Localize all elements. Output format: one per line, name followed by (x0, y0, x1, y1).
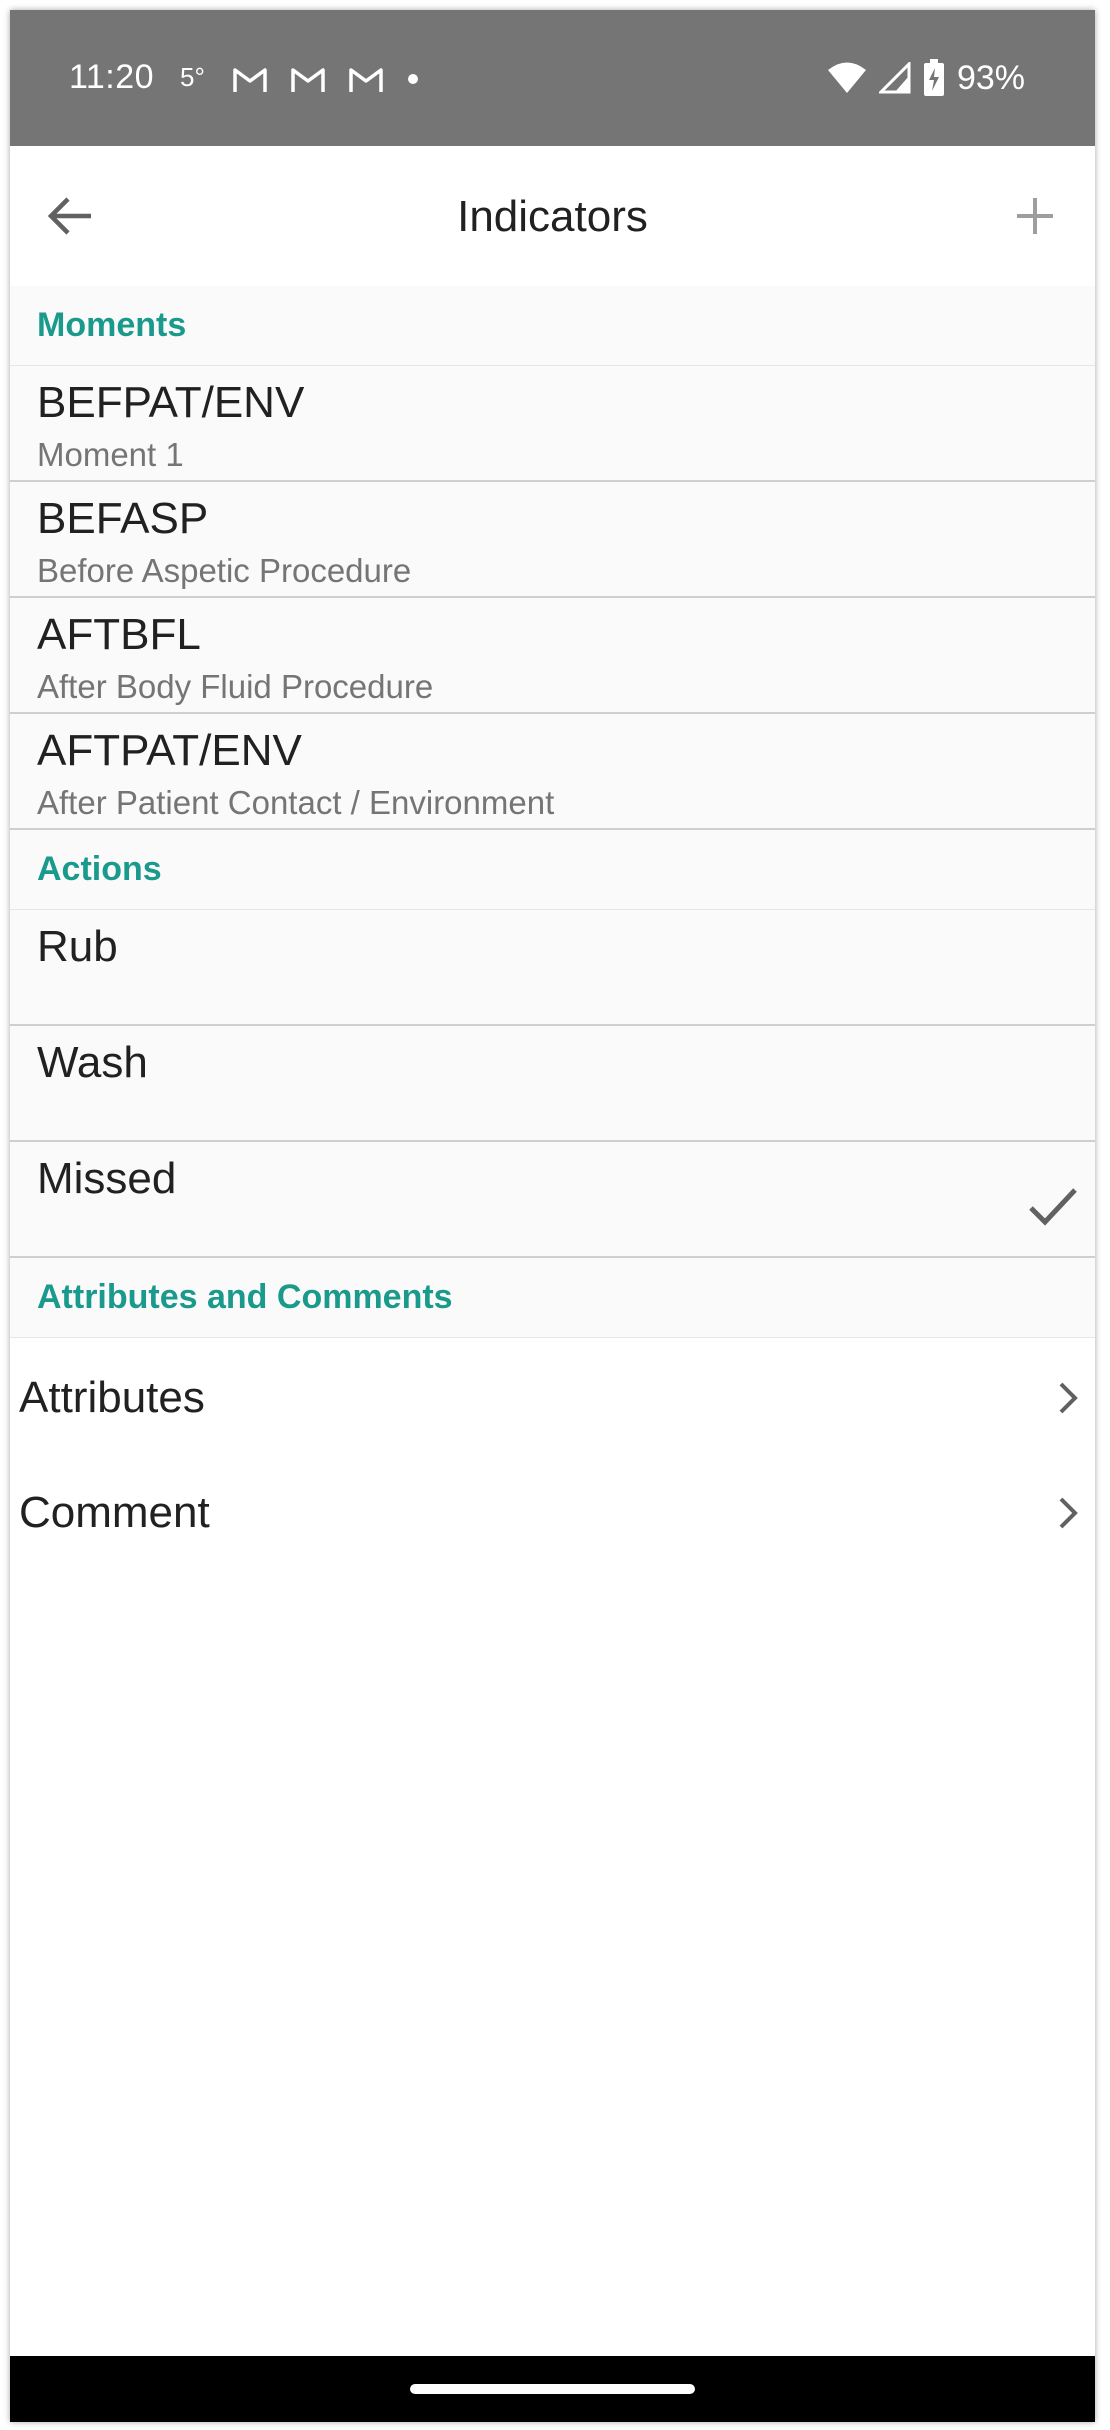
plus-icon (1017, 198, 1053, 234)
action-title: Missed (37, 1154, 177, 1203)
gmail-icon (233, 68, 267, 92)
section-header-moments: Moments (10, 286, 1095, 366)
check-icon (1029, 1188, 1077, 1226)
action-item-wash[interactable]: Wash (10, 1026, 1095, 1142)
chevron-right-icon (1059, 1382, 1078, 1414)
comment-label: Comment (19, 1488, 210, 1537)
phone-screen: 11:20 5° 93% Indicators Moments BEFPAT/E… (10, 10, 1095, 2422)
moment-title: BEFPAT/ENV (37, 378, 305, 427)
chevron-right-icon (1059, 1497, 1078, 1529)
gmail-icon (291, 68, 325, 92)
system-nav-bar (10, 2356, 1095, 2422)
moment-subtitle: Moment 1 (37, 436, 184, 473)
home-gesture-handle[interactable] (410, 2384, 695, 2394)
status-temperature: 5° (180, 62, 205, 92)
moment-item[interactable]: BEFPAT/ENV Moment 1 (10, 366, 1095, 482)
moment-item[interactable]: AFTBFL After Body Fluid Procedure (10, 598, 1095, 714)
page-title: Indicators (457, 192, 648, 241)
moment-item[interactable]: BEFASP Before Aspetic Procedure (10, 482, 1095, 598)
notification-dot-icon (408, 74, 418, 84)
battery-charging-icon (923, 59, 944, 96)
cellular-signal-icon (878, 62, 911, 94)
action-item-rub[interactable]: Rub (10, 910, 1095, 1026)
moment-subtitle: After Body Fluid Procedure (37, 668, 434, 705)
indicator-list: Moments BEFPAT/ENV Moment 1 BEFASP Befor… (10, 286, 1095, 1568)
action-title: Wash (37, 1038, 148, 1087)
attributes-label: Attributes (19, 1373, 205, 1422)
moment-item[interactable]: AFTPAT/ENV After Patient Contact / Envir… (10, 714, 1095, 830)
comment-row[interactable]: Comment (10, 1453, 1095, 1568)
battery-percent: 93% (956, 58, 1025, 97)
moment-title: BEFASP (37, 494, 209, 543)
gmail-icon (349, 68, 383, 92)
status-time: 11:20 (69, 58, 155, 96)
status-right-group: 93% (827, 54, 1025, 102)
moment-subtitle: Before Aspetic Procedure (37, 552, 412, 589)
section-header-actions: Actions (10, 830, 1095, 910)
attributes-row[interactable]: Attributes (10, 1338, 1095, 1453)
wifi-icon (827, 62, 866, 93)
section-header-attributes-comments: Attributes and Comments (10, 1258, 1095, 1338)
moment-title: AFTBFL (37, 610, 201, 659)
status-bar: 11:20 5° 93% (10, 10, 1095, 146)
moment-title: AFTPAT/ENV (37, 726, 302, 775)
app-bar: Indicators (10, 146, 1095, 286)
add-button[interactable] (1005, 186, 1065, 246)
moment-subtitle: After Patient Contact / Environment (37, 784, 555, 821)
action-item-missed[interactable]: Missed (10, 1142, 1095, 1258)
action-title: Rub (37, 922, 118, 971)
